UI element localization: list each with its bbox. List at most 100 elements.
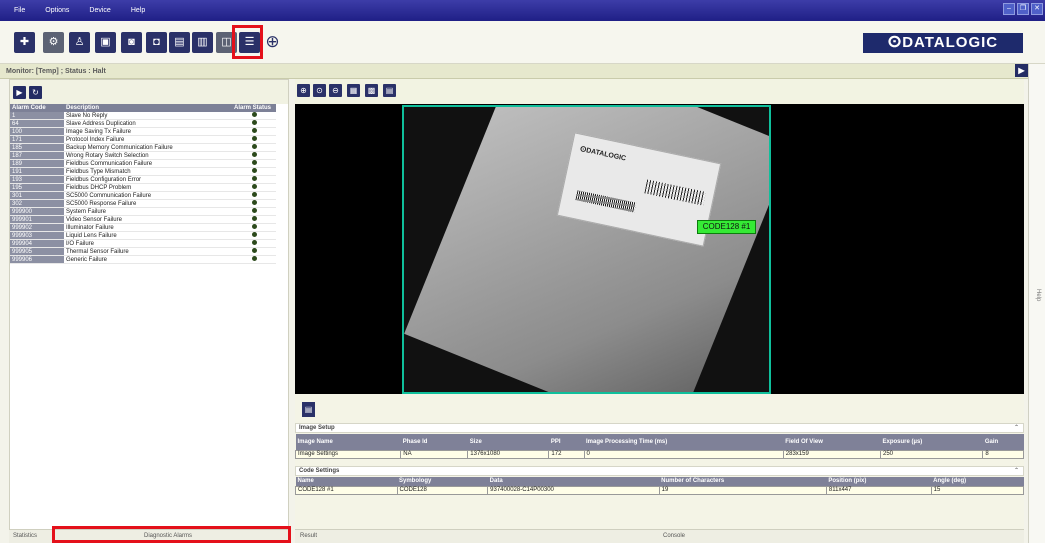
column-header: Position (pix) [826,477,932,486]
status-led-icon [251,160,257,165]
play-icon[interactable]: ▶ [1015,64,1028,77]
crosshair-icon[interactable]: ⊕ [262,32,283,53]
menu-file[interactable]: File [14,7,25,14]
configuration-icon[interactable]: ▥ [192,32,213,53]
alarm-status [232,151,276,160]
alarm-code: 301 [10,191,64,200]
status-led-icon [251,240,257,245]
table-row[interactable]: Image Settings NA 1376x1080 172 0 283x159 250 8 [294,449,1024,459]
table-row[interactable]: 999904 I/O Failure [10,239,276,248]
alarm-table: Alarm Code Description Alarm Status 1 Sla… [10,104,276,264]
alarm-code: 187 [10,151,64,160]
alarm-code: 999901 [10,215,64,224]
zoom-out-icon[interactable]: ⊖ [329,84,342,97]
table-row[interactable]: 64 Slave Address Duplication [10,119,276,128]
column-header: Exposure (µs) [880,434,983,450]
settings-icon[interactable]: ⚙ [43,32,64,53]
alarm-code: 185 [10,143,64,152]
alarm-status [232,183,276,192]
menu-options[interactable]: Options [45,7,69,14]
alarm-status [232,167,276,176]
table-row[interactable]: 999905 Thermal Sensor Failure [10,247,276,256]
device-icon[interactable]: ▣ [95,32,116,53]
alarm-status [232,143,276,152]
alarm-toolbar: ▶ ↻ [10,80,288,104]
menu-help[interactable]: Help [131,7,145,14]
table-row[interactable]: 195 Fieldbus DHCP Problem [10,183,276,192]
display-icon[interactable]: ▤ [383,84,396,97]
table-row[interactable]: 100 Image Saving Tx Failure [10,127,276,136]
status-led-icon [251,176,257,181]
highlight-box [52,526,291,543]
menu-device[interactable]: Device [89,7,110,14]
code-settings-header[interactable]: Code Settings ⌃ [295,466,1024,476]
result-pane: ▤ Image Setup ⌃ Image Name Phase Id Size PPI… [294,394,1025,529]
collapse-icon[interactable]: ⌃ [1014,424,1019,432]
alarm-description: Thermal Sensor Failure [64,247,232,256]
column-header: Image Processing Time (ms) [584,434,784,450]
alarm-description: Slave Address Duplication [64,119,232,128]
tab-result[interactable]: Result [300,533,317,539]
table-row[interactable]: 999906 Generic Failure [10,255,276,264]
alarm-description: System Failure [64,207,232,216]
table-row[interactable]: 189 Fieldbus Communication Failure [10,159,276,168]
table-row[interactable]: 999903 Liquid Lens Failure [10,231,276,240]
save-image-icon[interactable]: ▦ [347,84,360,97]
tab-console[interactable]: Console [663,533,685,539]
table-row[interactable]: 191 Fieldbus Type Mismatch [10,167,276,176]
alarm-description: Video Sensor Failure [64,215,232,224]
table-row[interactable]: CODE128 #1 CODE128 937400028-C14P00300 19 81… [295,485,1025,495]
table-row[interactable]: 1 Slave No Reply [10,112,276,120]
alarm-description: Fieldbus DHCP Problem [64,183,232,192]
table-row[interactable]: 185 Backup Memory Communication Failure [10,143,276,152]
code-settings-table: Name Symbology Data Number of Characters Pos… [295,477,1025,495]
device-info-icon[interactable]: ♙ [69,32,90,53]
table-cell: NA [400,449,469,459]
table-cell: 250 [879,449,984,459]
tab-statistics[interactable]: Statistics [13,533,37,539]
minimize-button[interactable]: – [1003,3,1015,15]
status-led-icon [251,184,257,189]
image-setup-header[interactable]: Image Setup ⌃ [295,423,1024,433]
status-led-icon [251,200,257,205]
alarm-description: SC5000 Communication Failure [64,191,232,200]
add-device-icon[interactable]: ✚ [14,32,35,53]
alarm-status [232,159,276,168]
table-cell: CODE128 [396,485,489,495]
close-button[interactable]: ✕ [1031,3,1043,15]
status-led-icon [251,232,257,237]
table-row[interactable]: 999901 Video Sensor Failure [10,215,276,224]
zoom-in-icon[interactable]: ⊕ [297,84,310,97]
alarm-description: Liquid Lens Failure [64,231,232,240]
table-row[interactable]: 999902 Illuminator Failure [10,223,276,232]
grid-icon[interactable]: ▩ [365,84,378,97]
step-play-icon[interactable]: ▶ [13,85,26,99]
refresh-icon[interactable]: ↻ [29,85,42,99]
column-header: Number of Characters [659,477,827,486]
alarm-description: Backup Memory Communication Failure [64,143,232,152]
help-label: Help [1035,289,1041,302]
decoded-code-label[interactable]: CODE128 #1 [697,220,756,234]
image-viewer[interactable]: ⵙDATALOGIC CODE128 #1 [295,104,1024,394]
collapse-icon[interactable]: ⌃ [1014,467,1019,475]
table-row[interactable]: 302 SC5000 Response Failure [10,199,276,208]
col-alarm-status: Alarm Status [232,104,276,112]
table-row[interactable]: 187 Wrong Rotary Switch Selection [10,151,276,160]
table-header: Image Name Phase Id Size PPI Image Processin… [295,434,1024,450]
monitor-icon[interactable]: ▤ [169,32,190,53]
restore-button[interactable]: ❐ [1017,3,1029,15]
capture-icon[interactable]: ◙ [121,32,142,53]
alarm-code: 100 [10,127,64,136]
table-cell: 937400028-C14P00300 [487,485,660,495]
roi-frame[interactable]: ⵙDATALOGIC CODE128 #1 [402,105,771,394]
table-row[interactable]: 999900 System Failure [10,207,276,216]
help-panel[interactable]: Help [1028,64,1045,543]
table-row[interactable]: 193 Fieldbus Configuration Error [10,175,276,184]
capture-settings-icon[interactable]: ◘ [146,32,167,53]
table-row[interactable]: 301 SC5000 Communication Failure [10,191,276,200]
report-icon[interactable]: ▤ [302,402,315,417]
alarm-code: 1 [10,112,64,120]
table-row[interactable]: 171 Protocol Index Failure [10,135,276,144]
table-cell: 19 [658,485,827,495]
zoom-fit-icon[interactable]: ⊙ [313,84,326,97]
